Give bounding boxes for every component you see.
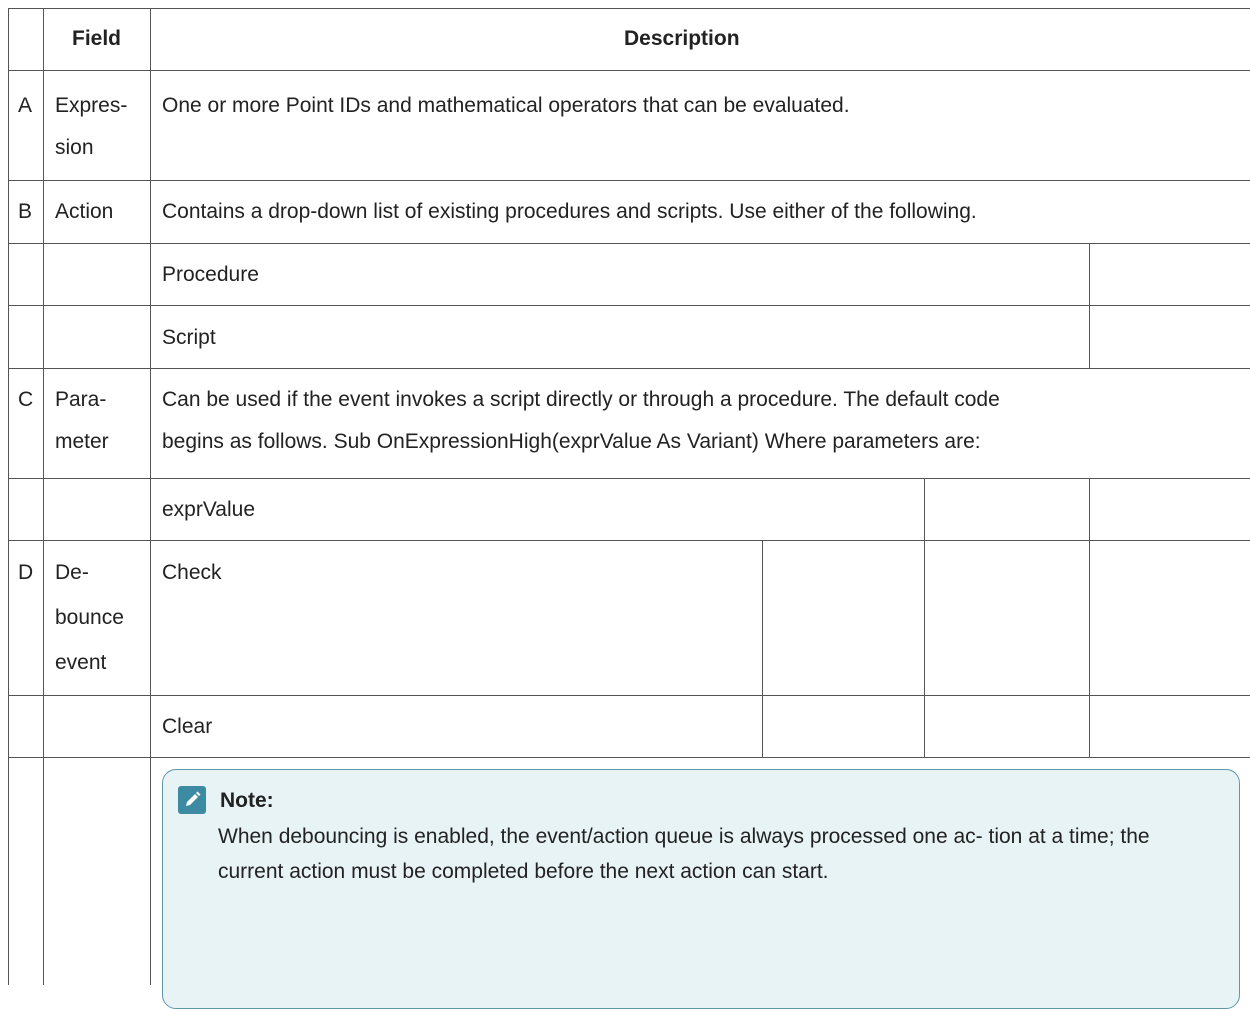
sub-item: exprValue bbox=[162, 498, 256, 521]
column-divider bbox=[43, 8, 44, 985]
column-divider bbox=[150, 8, 151, 985]
field-description: Contains a drop-down list of existing pr… bbox=[162, 200, 977, 223]
field-name: Expres- bbox=[55, 94, 128, 117]
field-description: begins as follows. Sub OnExpressionHigh(… bbox=[162, 430, 981, 453]
column-header-field: Field bbox=[72, 27, 122, 50]
note-text: When debouncing is enabled, the event/ac… bbox=[218, 825, 1150, 883]
column-header-description: Description bbox=[624, 27, 740, 50]
row-divider bbox=[8, 70, 1250, 71]
sub-item: Clear bbox=[162, 715, 213, 738]
column-divider bbox=[1089, 243, 1090, 368]
column-divider bbox=[924, 478, 925, 757]
field-name: meter bbox=[55, 430, 109, 453]
field-description: One or more Point IDs and mathematical o… bbox=[162, 94, 850, 117]
row-letter: A bbox=[18, 94, 33, 117]
note-title: Note: bbox=[220, 789, 274, 812]
row-letter: B bbox=[18, 200, 33, 223]
table-border-top bbox=[8, 8, 1250, 9]
column-divider bbox=[1089, 478, 1090, 757]
field-name: Para- bbox=[55, 388, 107, 411]
field-name: event bbox=[55, 651, 107, 674]
pencil-icon bbox=[178, 786, 206, 814]
fields-table: Field Description A Expres- sion One or … bbox=[0, 0, 1250, 1009]
row-divider bbox=[8, 540, 1250, 541]
column-divider bbox=[762, 540, 763, 757]
field-name: bounce bbox=[55, 606, 124, 629]
field-description: Can be used if the event invokes a scrip… bbox=[162, 388, 1000, 411]
row-divider bbox=[8, 478, 1250, 479]
sub-item: Script bbox=[162, 326, 216, 349]
row-divider bbox=[8, 757, 1250, 758]
row-divider bbox=[8, 243, 1250, 244]
field-name: De- bbox=[55, 561, 89, 584]
row-divider bbox=[8, 695, 1250, 696]
row-letter: D bbox=[18, 561, 34, 584]
field-name: sion bbox=[55, 136, 94, 159]
field-description: Check bbox=[162, 561, 222, 584]
sub-item: Procedure bbox=[162, 263, 259, 286]
row-letter: C bbox=[18, 388, 34, 411]
table-border-left bbox=[8, 8, 9, 985]
row-divider bbox=[8, 368, 1250, 369]
row-divider bbox=[8, 305, 1250, 306]
note-callout bbox=[162, 769, 1240, 1009]
row-divider bbox=[8, 180, 1250, 181]
field-name: Action bbox=[55, 200, 114, 223]
